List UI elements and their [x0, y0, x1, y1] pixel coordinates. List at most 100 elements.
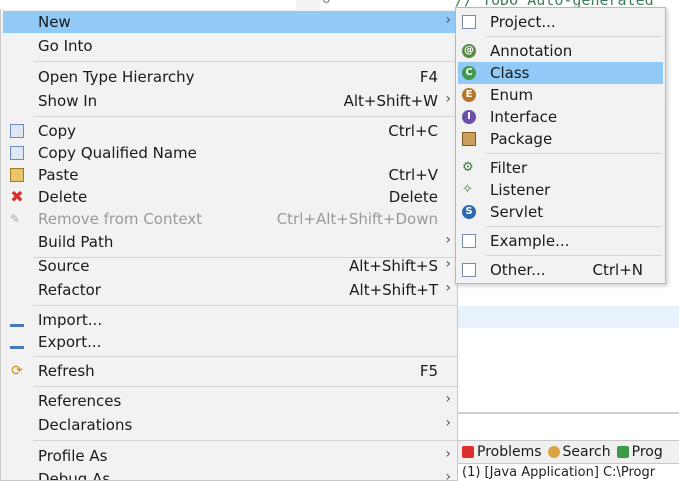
progress-icon [616, 446, 629, 458]
submenu-item-label: Annotation [490, 42, 573, 60]
submenu-item-other[interactable]: Other... Ctrl+N [458, 259, 663, 281]
menu-item-refactor[interactable]: Refactor Alt+Shift+T › [3, 279, 455, 301]
menu-item-label: Source [38, 257, 90, 275]
menu-item-source[interactable]: Source Alt+Shift+S › [3, 255, 455, 277]
remove-context-icon: ✎ [10, 212, 21, 226]
menu-item-copy[interactable]: Copy Ctrl+C [3, 120, 455, 142]
menu-item-shortcut: Ctrl+C [388, 122, 438, 140]
search-icon [547, 446, 560, 458]
refresh-icon: ⟳ [11, 363, 23, 379]
tab-progress-label: Prog [631, 444, 663, 460]
line-number: 6 [322, 0, 352, 7]
submenu-item-shortcut: Ctrl+N [592, 261, 643, 279]
copy-qualified-name-icon [10, 146, 24, 160]
menu-item-show-in[interactable]: Show In Alt+Shift+W › [3, 90, 455, 112]
filter-icon: ⚙ [462, 160, 474, 175]
context-menu: New › Go Into Open Type Hierarchy F4 Sho… [0, 9, 458, 481]
tab-search[interactable]: Search [547, 444, 611, 460]
submenu-item-package[interactable]: Package [458, 128, 663, 150]
submenu-item-servlet[interactable]: S Servlet [458, 201, 663, 223]
submenu-item-label: Interface [490, 108, 558, 126]
submenu-item-interface[interactable]: I Interface [458, 106, 663, 128]
menu-item-declarations[interactable]: Declarations › [3, 414, 455, 436]
submenu-item-enum[interactable]: E Enum [458, 84, 663, 106]
menu-item-label: Open Type Hierarchy [38, 68, 195, 86]
submenu-item-project[interactable]: Project... [458, 11, 663, 33]
annotation-icon: @ [462, 44, 476, 58]
menu-item-shortcut: Alt+Shift+W [343, 92, 438, 110]
listener-icon: ✧ [462, 182, 473, 197]
submenu-item-label: Listener [490, 181, 551, 199]
menu-item-refresh[interactable]: ⟳ Refresh F5 [3, 360, 455, 382]
menu-separator [486, 226, 662, 227]
submenu-arrow-icon: › [445, 280, 451, 296]
menu-separator [33, 61, 457, 62]
menu-item-debug-as[interactable]: Debug As › [3, 468, 455, 481]
submenu-item-annotation[interactable]: @ Annotation [458, 40, 663, 62]
servlet-icon: S [462, 205, 476, 219]
menu-item-label: Delete [38, 188, 88, 206]
tab-search-label: Search [562, 444, 611, 460]
class-icon: C [462, 66, 476, 80]
current-line-highlight [458, 306, 679, 328]
menu-item-shortcut: Delete [388, 188, 438, 206]
menu-item-copy-qualified-name[interactable]: Copy Qualified Name [3, 142, 455, 164]
menu-item-new[interactable]: New › [3, 11, 455, 33]
example-icon [462, 234, 476, 248]
menu-item-open-type-hierarchy[interactable]: Open Type Hierarchy F4 [3, 66, 455, 88]
submenu-arrow-icon: › [445, 12, 451, 28]
submenu-arrow-icon: › [445, 469, 451, 481]
menu-item-label: Debug As [38, 470, 111, 481]
menu-item-label: Refresh [38, 362, 95, 380]
submenu-item-label: Other... [490, 261, 546, 279]
submenu-arrow-icon: › [445, 446, 451, 462]
submenu-arrow-icon: › [445, 232, 451, 248]
menu-item-go-into[interactable]: Go Into [3, 35, 455, 57]
menu-separator [486, 255, 662, 256]
menu-item-references[interactable]: References › [3, 390, 455, 412]
menu-item-profile-as[interactable]: Profile As › [3, 445, 455, 467]
menu-item-build-path[interactable]: Build Path › [3, 231, 455, 253]
menu-item-shortcut: Alt+Shift+T [349, 281, 438, 299]
submenu-item-filter[interactable]: ⚙ Filter [458, 157, 663, 179]
submenu-arrow-icon: › [445, 391, 451, 407]
tab-problems[interactable]: Problems [462, 444, 542, 460]
menu-item-label: Import... [38, 311, 103, 329]
editor-border [458, 412, 679, 414]
tab-progress[interactable]: Prog [616, 444, 663, 460]
submenu-arrow-icon: › [445, 415, 451, 431]
submenu-item-label: Filter [490, 159, 528, 177]
menu-item-paste[interactable]: Paste Ctrl+V [3, 164, 455, 186]
menu-separator [33, 305, 457, 306]
menu-item-shortcut: Ctrl+V [388, 166, 438, 184]
submenu-item-example[interactable]: Example... [458, 230, 663, 252]
interface-icon: I [462, 110, 476, 124]
problems-icon [462, 446, 474, 458]
submenu-item-label: Class [490, 64, 530, 82]
menu-item-label: References [38, 392, 122, 410]
submenu-item-label: Servlet [490, 203, 544, 221]
view-tabs: Problems Search Prog [458, 440, 679, 464]
menu-item-shortcut: Alt+Shift+S [348, 257, 438, 275]
other-icon [462, 263, 476, 277]
menu-item-label: Remove from Context [38, 210, 203, 228]
menu-item-export[interactable]: Export... [3, 331, 455, 353]
menu-item-label: Declarations [38, 416, 133, 434]
submenu-item-label: Enum [490, 86, 534, 104]
submenu-item-label: Project... [490, 13, 556, 31]
submenu-item-listener[interactable]: ✧ Listener [458, 179, 663, 201]
submenu-item-class[interactable]: C Class [458, 62, 663, 84]
paste-icon [10, 168, 24, 182]
menu-separator [486, 153, 662, 154]
menu-separator [33, 356, 457, 357]
menu-separator [33, 440, 457, 441]
menu-item-label: Go Into [38, 37, 93, 55]
package-icon [462, 132, 476, 146]
menu-separator [33, 116, 457, 117]
menu-item-label: Paste [38, 166, 79, 184]
menu-item-delete[interactable]: ✖ Delete Delete [3, 186, 455, 208]
console-text: (1) [Java Application] C:\Progr [462, 465, 656, 480]
submenu-item-label: Package [490, 130, 553, 148]
menu-item-import[interactable]: Import... [3, 309, 455, 331]
menu-item-remove-from-context: ✎ Remove from Context Ctrl+Alt+Shift+Dow… [3, 208, 455, 230]
